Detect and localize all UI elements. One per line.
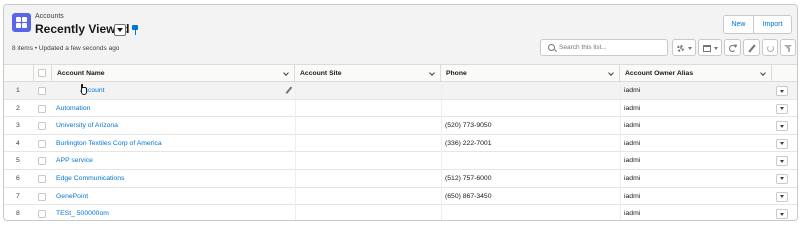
phone-cell: (336) 222-7001 [445,139,492,147]
account-name-link[interactable]: Automation [56,100,90,117]
chevron-down-icon[interactable] [429,70,435,76]
column-header-label: Account Site [300,70,342,77]
row-number: 7 [16,192,20,200]
filter-icon [784,44,793,53]
table-header-row: Account Name Account Site Phone Account … [4,65,797,82]
owner-alias-cell: iadmi [624,87,641,94]
row-actions-menu-button[interactable] [776,103,788,114]
row-number: 2 [16,104,20,112]
chart-icon [766,44,775,53]
search-input[interactable] [559,42,664,53]
header-button-group: New Import [723,15,792,34]
object-label: Accounts [35,13,64,20]
chevron-down-icon [688,47,692,50]
phone-cell: (650) 867-3450 [445,192,492,200]
row-actions-header [772,65,797,82]
row-actions-menu-button[interactable] [776,138,788,149]
chevron-down-icon [714,47,718,50]
search-box [540,39,668,56]
owner-alias-cell: iadmi [624,192,641,200]
phone-cell: (512) 757-6000 [445,174,492,182]
row-checkbox[interactable] [38,122,46,131]
column-header-owner-alias[interactable]: Account Owner Alias [620,65,772,82]
row-number: 6 [16,174,20,182]
row-number: 5 [16,157,20,165]
column-header-account-site[interactable]: Account Site [295,65,441,82]
row-actions-menu-button[interactable] [776,173,788,184]
refresh-icon [728,42,739,53]
table-row[interactable]: 8 TESt_ 500000om iadmi [4,205,797,220]
account-name-link[interactable]: Edge Communications [56,170,124,187]
list-settings-button[interactable] [672,39,696,56]
column-header-label: Account Name [57,70,105,77]
row-number: 3 [16,122,20,130]
edit-list-button[interactable] [743,39,760,56]
gear-icon [676,44,685,53]
hand-cursor-icon [79,84,89,97]
table-row[interactable]: 4 Burlington Textiles Corp of America (3… [4,134,797,153]
chevron-down-icon[interactable] [283,70,289,76]
row-checkbox[interactable] [38,192,46,201]
row-checkbox[interactable] [38,174,46,183]
list-view-header: Accounts Recently Viewed 8 items • Updat… [4,5,797,65]
list-view-picker-chevron-icon[interactable] [114,24,126,36]
select-all-header [34,65,52,82]
accounts-table: Account Name Account Site Phone Account … [4,65,797,220]
accounts-object-icon [12,13,31,32]
account-name-link[interactable]: APP service [56,152,93,169]
account-name-link[interactable]: GenePoint [56,188,88,205]
pin-icon[interactable] [131,25,139,35]
inline-edit-pencil-icon[interactable] [284,86,292,95]
account-name-link[interactable]: University of Arizona [56,117,118,134]
row-actions-menu-button[interactable] [776,86,788,96]
row-checkbox[interactable] [38,210,46,219]
refresh-button[interactable] [724,39,741,56]
owner-alias-cell: iadmi [624,122,641,130]
account-name-link[interactable]: TESt_ 500000om [56,205,109,220]
chevron-down-icon[interactable] [760,70,766,76]
pencil-icon [747,43,756,53]
account-name-link[interactable]: Burlington Textiles Corp of America [56,135,162,152]
select-all-checkbox[interactable] [38,69,46,77]
new-button[interactable]: New [723,15,754,34]
owner-alias-cell: iadmi [624,174,641,182]
filter-button[interactable] [780,39,796,56]
column-header-label: Phone [446,70,467,77]
row-actions-menu-button[interactable] [776,191,788,202]
phone-cell: (520) 773-9050 [445,122,492,130]
row-actions-menu-button[interactable] [776,121,788,132]
owner-alias-cell: iadmi [624,210,641,218]
column-header-phone[interactable]: Phone [441,65,620,82]
charts-button[interactable] [762,39,778,56]
table-row[interactable]: 7 GenePoint (650) 867-3450 iadmi [4,187,797,206]
import-button[interactable]: Import [754,15,792,34]
list-meta-info: 8 items • Updated a few seconds ago [12,45,120,52]
table-icon [702,44,711,53]
row-actions-menu-button[interactable] [776,156,788,167]
row-number: 1 [16,87,20,94]
table-row[interactable]: 6 Edge Communications (512) 757-6000 iad… [4,169,797,188]
table-row[interactable]: 3 University of Arizona (520) 773-9050 i… [4,117,797,135]
row-checkbox[interactable] [38,139,46,148]
column-header-account-name[interactable]: Account Name [52,65,295,82]
table-row[interactable]: 5 APP service iadmi [4,152,797,170]
row-actions-menu-button[interactable] [776,209,788,220]
owner-alias-cell: iadmi [624,157,641,165]
owner-alias-cell: iadmi [624,139,641,147]
row-number-header [4,65,34,82]
search-icon [548,44,555,51]
column-header-label: Account Owner Alias [625,70,694,77]
table-row[interactable]: 1 Account iadmi [4,82,797,100]
list-view-panel: Accounts Recently Viewed 8 items • Updat… [3,4,798,221]
row-checkbox[interactable] [38,157,46,166]
row-number: 8 [16,210,20,218]
chevron-down-icon[interactable] [608,70,614,76]
display-as-button[interactable] [698,39,722,56]
table-row[interactable]: 2 Automation iadmi [4,99,797,118]
row-checkbox[interactable] [38,104,46,113]
row-checkbox[interactable] [38,87,46,95]
row-number: 4 [16,139,20,147]
owner-alias-cell: iadmi [624,104,641,112]
